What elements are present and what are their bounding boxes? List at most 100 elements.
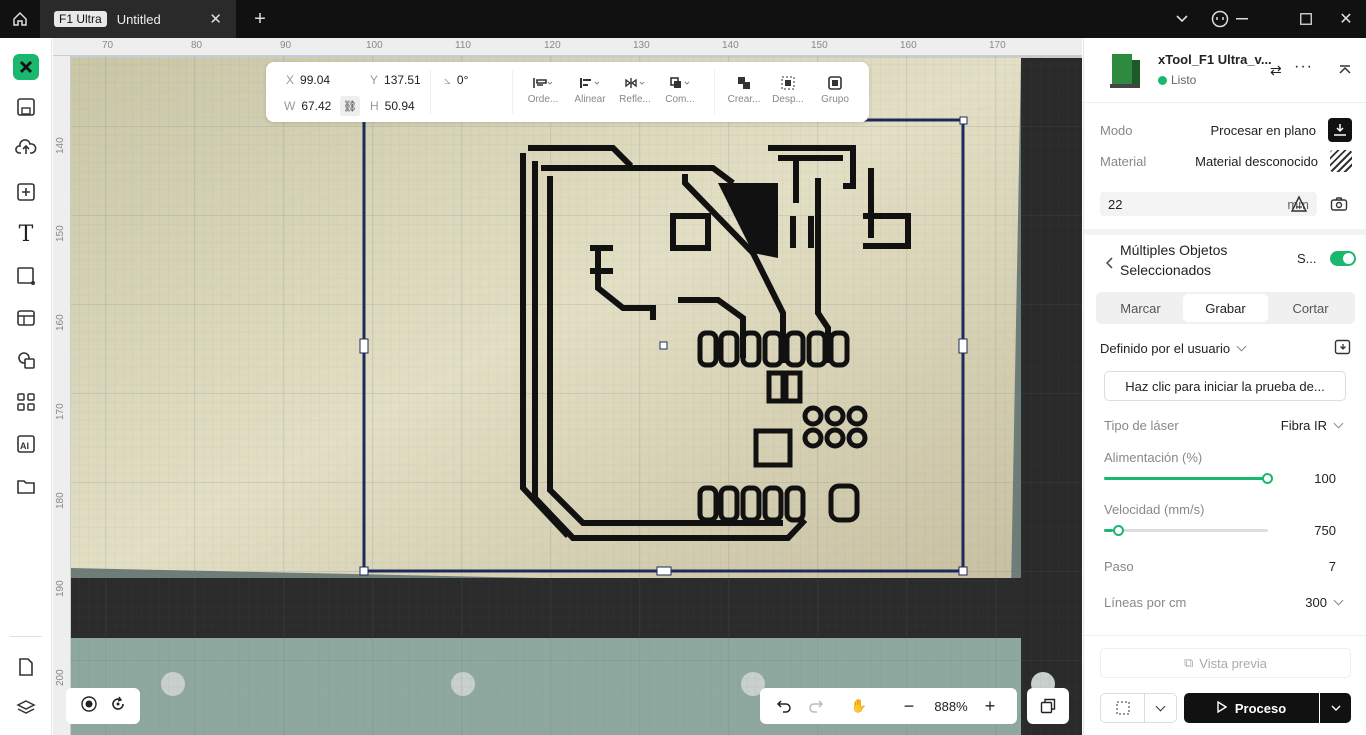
speed-value[interactable]: 750 <box>1314 523 1336 538</box>
ruler-label: 140 <box>722 40 739 51</box>
group-label: Grupo <box>821 94 849 105</box>
tab-cortar[interactable]: Cortar <box>1268 294 1353 322</box>
shape-tool-icon[interactable] <box>14 264 38 288</box>
thickness-input[interactable]: 22 mm <box>1100 192 1317 216</box>
arrange-button[interactable]: Orde... <box>520 72 566 105</box>
y-field[interactable]: Y 137.51 <box>370 73 421 87</box>
pan-hand-icon[interactable]: ✋ <box>824 698 894 714</box>
divider <box>1084 102 1366 103</box>
width-field[interactable]: W 67.42 <box>284 99 331 113</box>
zoom-in-icon[interactable]: + <box>978 696 1002 717</box>
create-button[interactable]: Crear... <box>721 72 767 105</box>
laser-type-value: Fibra IR <box>1280 418 1327 433</box>
more-icon[interactable]: ··· <box>1294 58 1313 76</box>
design-canvas[interactable] <box>53 38 1082 735</box>
footer: ⧉ Vista previa Proceso <box>1084 635 1366 735</box>
ruler-label: 160 <box>900 40 917 51</box>
back-icon[interactable] <box>1104 256 1114 275</box>
canvas-mode-controls <box>66 688 140 724</box>
device-status-label: Listo <box>1171 73 1197 87</box>
divider <box>714 70 715 114</box>
power-value[interactable]: 100 <box>1314 471 1336 486</box>
collapse-icon[interactable] <box>1338 62 1352 80</box>
minimize-icon[interactable] <box>1230 0 1254 38</box>
ai-image-icon[interactable]: AI <box>14 432 38 456</box>
material-row[interactable]: Material Material desconocido <box>1100 150 1352 172</box>
lines-per-cm-row[interactable]: Líneas por cm 300 <box>1104 595 1352 610</box>
tab-grabar[interactable]: Grabar <box>1183 294 1268 322</box>
flip-button[interactable]: Refle... <box>612 72 658 105</box>
camera-icon[interactable] <box>1330 196 1348 217</box>
zoom-controls: ✋ − 888% + <box>760 688 1017 724</box>
device-status: Listo <box>1158 73 1196 87</box>
ruler-label: 160 <box>55 314 66 331</box>
upload-cloud-icon[interactable] <box>14 135 38 159</box>
flip-icon <box>612 72 658 94</box>
x-field[interactable]: X 99.04 <box>286 73 330 87</box>
speed-slider-knob[interactable] <box>1113 525 1124 536</box>
switch-device-icon[interactable]: ⇄ <box>1270 62 1282 79</box>
add-icon[interactable] <box>14 180 38 204</box>
apps-icon[interactable] <box>14 390 38 414</box>
speed-slider[interactable] <box>1104 525 1268 536</box>
text-tool-icon[interactable]: T <box>14 222 38 247</box>
preview-button[interactable]: ⧉ Vista previa <box>1100 648 1351 678</box>
layout-icon[interactable] <box>14 306 38 330</box>
align-label: Alinear <box>574 94 606 105</box>
chevron-down-icon <box>1236 341 1247 352</box>
maximize-icon[interactable] <box>1294 0 1318 38</box>
power-slider[interactable] <box>1104 473 1273 484</box>
lines-per-cm-value: 300 <box>1305 595 1327 610</box>
save-icon[interactable] <box>14 95 38 119</box>
rotation-field[interactable]: ⦣ 0° <box>444 73 468 88</box>
process-options-button[interactable] <box>1320 693 1351 723</box>
undo-icon[interactable] <box>760 699 808 713</box>
auto-measure-icon[interactable] <box>1290 195 1308 218</box>
home-icon[interactable] <box>8 0 32 38</box>
elements-icon[interactable] <box>14 348 38 372</box>
record-icon[interactable] <box>80 695 97 717</box>
play-icon <box>1217 700 1228 716</box>
align-button[interactable]: Alinear <box>567 72 613 105</box>
power-slider-knob[interactable] <box>1262 473 1273 484</box>
material-label: Material <box>1100 153 1147 169</box>
h-value: 50.94 <box>384 99 415 113</box>
tab-marcar[interactable]: Marcar <box>1098 294 1183 322</box>
folder-icon[interactable] <box>14 474 38 498</box>
account-icon[interactable] <box>1208 0 1232 38</box>
document-icon[interactable] <box>14 655 38 679</box>
frame-options-button[interactable] <box>1144 693 1177 723</box>
offset-label: Desp... <box>772 94 804 105</box>
mode-row[interactable]: Modo Procesar en plano <box>1100 118 1352 142</box>
save-preset-icon[interactable] <box>1334 338 1352 359</box>
offset-button[interactable]: Desp... <box>765 72 811 105</box>
material-test-button[interactable]: Haz clic para iniciar la prueba de... <box>1104 371 1346 401</box>
close-tab-icon[interactable]: ✕ <box>209 10 222 28</box>
lock-ratio-icon[interactable]: ⛓ <box>340 96 360 116</box>
chevron-down-icon[interactable] <box>1170 0 1194 38</box>
zoom-level[interactable]: 888% <box>924 699 978 714</box>
copy-icon[interactable] <box>1027 688 1069 724</box>
material-swatch-icon <box>1330 150 1352 172</box>
group-button[interactable]: Grupo <box>812 72 858 105</box>
laser-type-row[interactable]: Tipo de láser Fibra IR <box>1104 418 1352 433</box>
process-label: Proceso <box>1234 700 1287 716</box>
refresh-camera-icon[interactable] <box>110 696 126 717</box>
pcb-artwork[interactable] <box>53 38 1082 735</box>
rotation-value: 0° <box>456 73 469 87</box>
new-tab-icon[interactable]: + <box>248 0 272 38</box>
speed-label: Velocidad (mm/s) <box>1104 502 1205 517</box>
combine-button[interactable]: Com... <box>657 72 703 105</box>
preset-row[interactable]: Definido por el usuario <box>1100 338 1352 359</box>
pass-row[interactable]: Paso 7 <box>1104 559 1336 574</box>
enable-toggle[interactable] <box>1330 251 1356 266</box>
close-window-icon[interactable]: ✕ <box>1334 0 1358 38</box>
ruler-label: 150 <box>55 225 66 242</box>
frame-button[interactable] <box>1100 693 1145 723</box>
zoom-out-icon[interactable]: − <box>894 696 924 717</box>
document-tab[interactable]: F1 Ultra Untitled ✕ <box>40 0 236 38</box>
redo-icon[interactable] <box>808 699 824 713</box>
process-button[interactable]: Proceso <box>1184 693 1319 723</box>
height-field[interactable]: H 50.94 <box>370 99 415 113</box>
layers-icon[interactable] <box>14 696 38 720</box>
